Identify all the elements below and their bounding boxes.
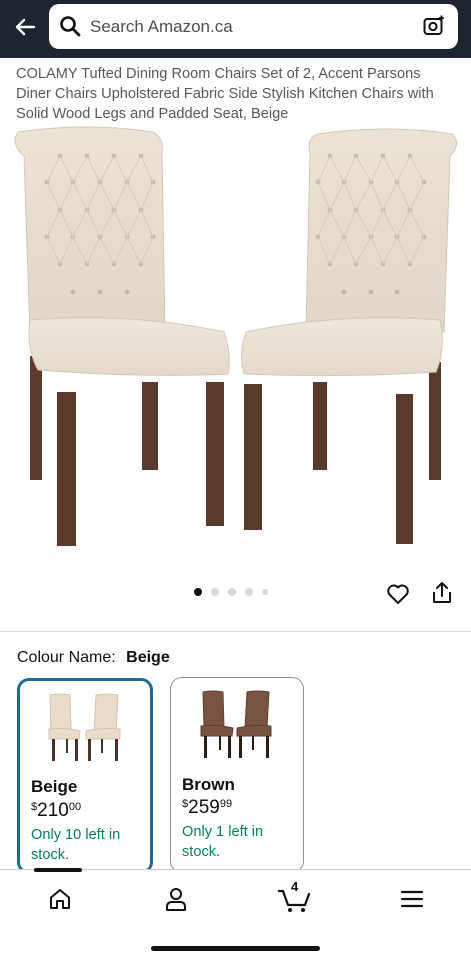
carousel-dot[interactable] bbox=[194, 588, 202, 596]
share-icon[interactable] bbox=[431, 581, 453, 605]
option-name: Beige bbox=[31, 777, 78, 796]
colour-label: Colour Name: bbox=[17, 649, 116, 666]
carousel-dot[interactable] bbox=[245, 588, 253, 596]
bottom-navigation: 4 bbox=[0, 868, 471, 960]
option-price: $25999 bbox=[182, 797, 233, 818]
wishlist-heart-icon[interactable] bbox=[386, 582, 410, 606]
product-image[interactable] bbox=[0, 126, 471, 556]
chair-left-graphic bbox=[14, 126, 230, 546]
active-tab-indicator bbox=[34, 868, 82, 872]
home-indicator-bar bbox=[151, 946, 320, 951]
back-button[interactable] bbox=[8, 10, 42, 44]
section-divider bbox=[0, 631, 471, 632]
brown-chairs-thumbnail bbox=[200, 690, 272, 758]
nav-cart[interactable]: 4 bbox=[275, 879, 315, 914]
beige-chairs-thumbnail bbox=[48, 693, 121, 761]
back-arrow-icon bbox=[15, 18, 36, 36]
home-icon bbox=[50, 889, 70, 909]
option-price: $21000 bbox=[31, 800, 82, 821]
nav-account[interactable] bbox=[156, 884, 196, 914]
product-title[interactable]: COLAMY Tufted Dining Room Chairs Set of … bbox=[16, 64, 456, 124]
carousel-dot[interactable] bbox=[262, 589, 268, 595]
nav-menu[interactable] bbox=[392, 884, 432, 914]
search-bar[interactable]: Search Amazon.ca bbox=[49, 4, 458, 49]
top-bar: Search Amazon.ca bbox=[0, 0, 471, 58]
camera-search-icon[interactable] bbox=[422, 14, 446, 38]
search-input[interactable]: Search Amazon.ca bbox=[90, 17, 233, 37]
colour-option-brown[interactable]: Brown $25999 Only 1 left in stock. bbox=[170, 677, 304, 873]
image-carousel-dots[interactable] bbox=[194, 588, 268, 596]
hamburger-menu-icon bbox=[400, 890, 424, 908]
option-stock-status: Only 10 left in stock. bbox=[31, 827, 121, 863]
search-icon bbox=[60, 16, 81, 37]
colour-name-row: Colour Name: Beige bbox=[17, 649, 170, 667]
colour-option-beige[interactable]: Beige $21000 Only 10 left in stock. bbox=[17, 678, 153, 874]
option-stock-status: Only 1 left in stock. bbox=[182, 824, 264, 860]
cart-count-badge: 4 bbox=[291, 879, 299, 894]
carousel-dot[interactable] bbox=[228, 588, 236, 596]
carousel-dot[interactable] bbox=[211, 588, 219, 596]
colour-selected-value: Beige bbox=[126, 649, 170, 666]
chair-right-graphic bbox=[240, 128, 457, 544]
nav-home[interactable] bbox=[40, 884, 80, 914]
option-name: Brown bbox=[182, 775, 235, 794]
user-icon bbox=[166, 888, 186, 911]
